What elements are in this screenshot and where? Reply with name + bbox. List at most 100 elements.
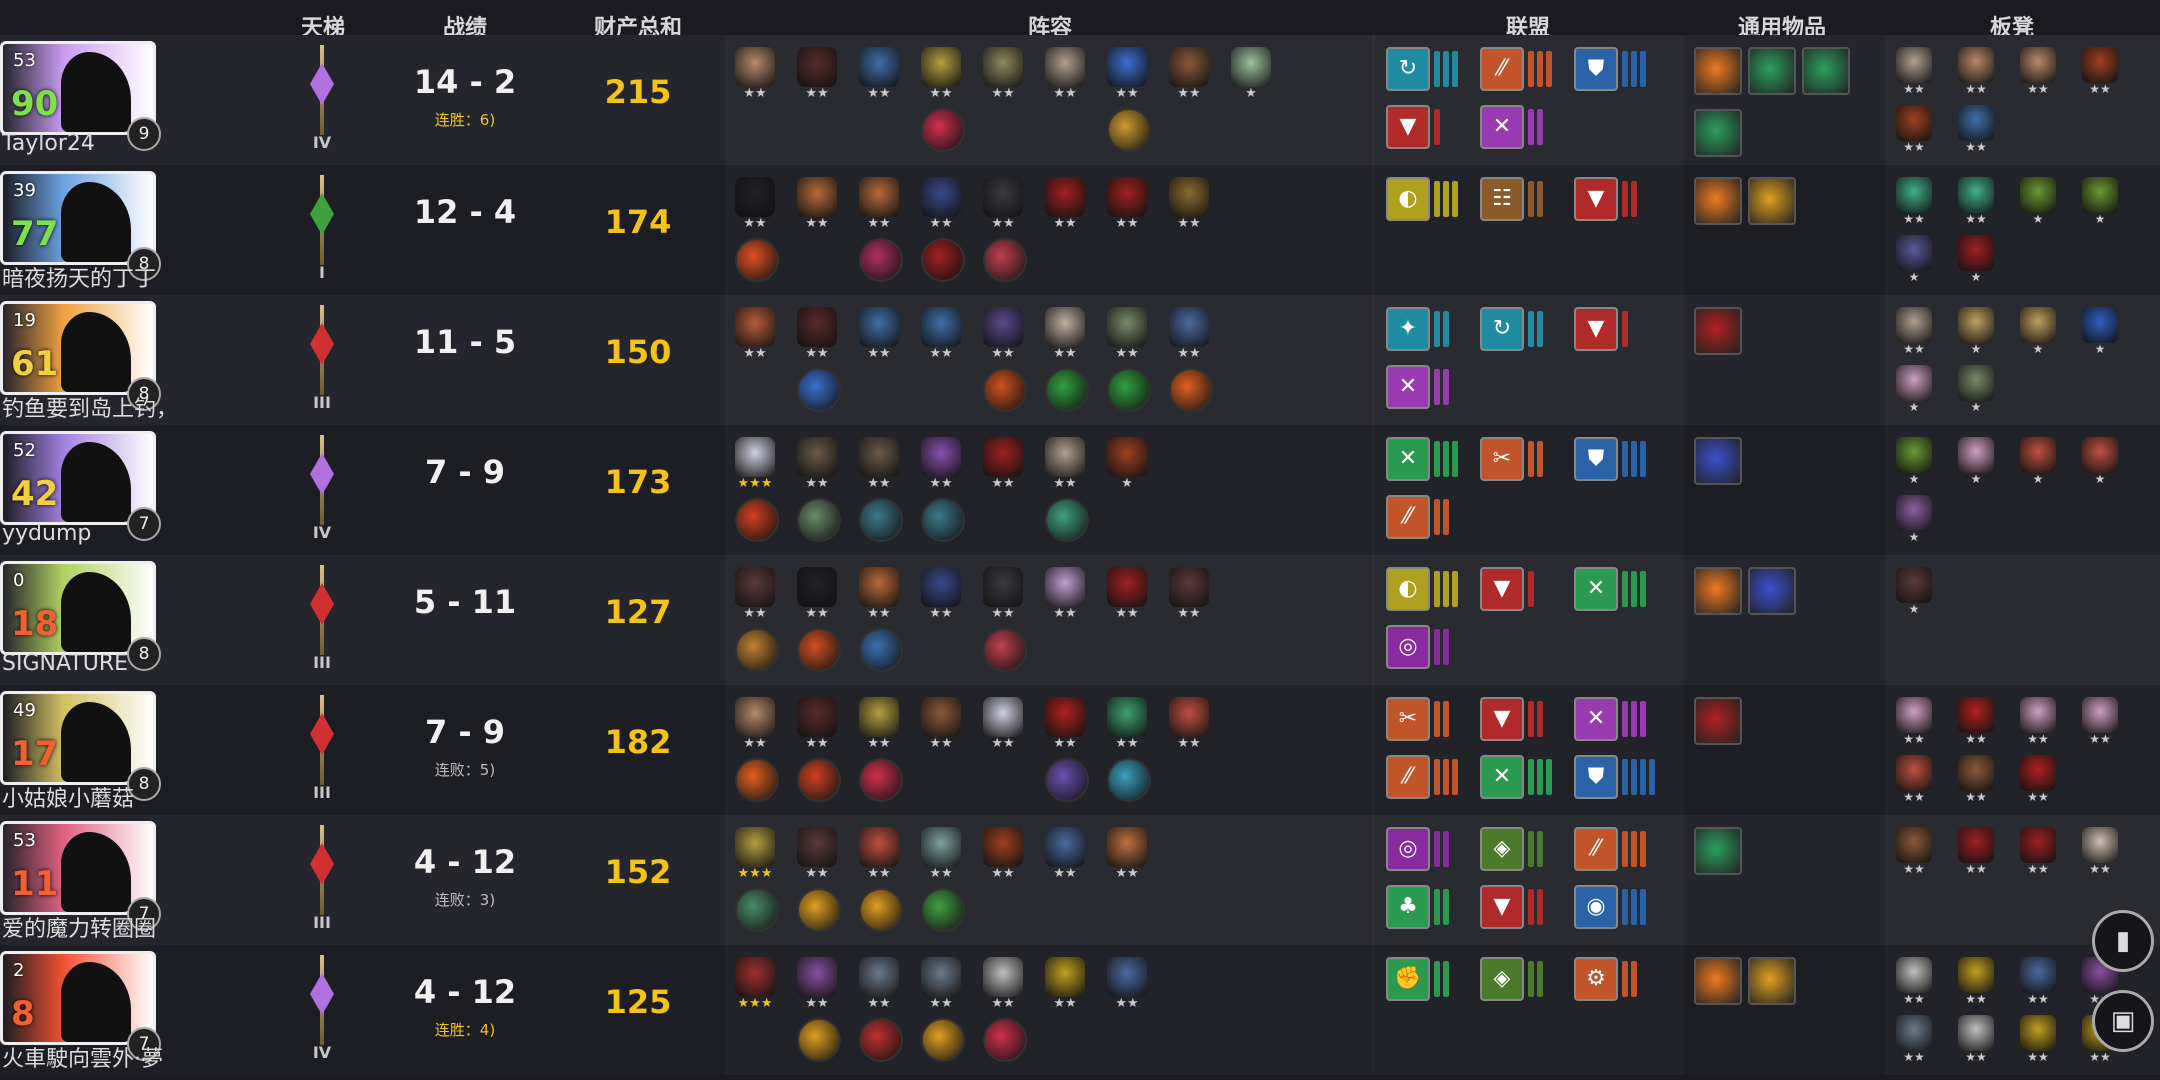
lineup-hero[interactable]: ★★	[857, 697, 901, 757]
bench-hero[interactable]: ★★	[1894, 1015, 1934, 1071]
bench-hero[interactable]: ★★	[1956, 827, 1996, 883]
lineup-hero[interactable]: ★★	[795, 307, 839, 367]
lineup-hero[interactable]: ★★	[1105, 47, 1149, 107]
lineup-hero[interactable]: ★★	[795, 827, 839, 887]
equipped-item[interactable]	[1107, 108, 1151, 152]
equipped-item[interactable]	[921, 498, 965, 542]
global-item[interactable]	[1694, 177, 1742, 225]
lineup-hero[interactable]: ★★	[857, 47, 901, 107]
global-item[interactable]	[1694, 567, 1742, 615]
global-item[interactable]	[1748, 177, 1796, 225]
bench-hero[interactable]: ★	[1956, 307, 1996, 363]
bench-hero[interactable]: ★	[2018, 307, 2058, 363]
equipped-item[interactable]	[797, 628, 841, 672]
equipped-item[interactable]	[921, 108, 965, 152]
lineup-hero[interactable]: ★★	[857, 957, 901, 1017]
equipped-item[interactable]	[1045, 758, 1089, 802]
equipped-item[interactable]	[859, 628, 903, 672]
global-item[interactable]	[1748, 567, 1796, 615]
bench-hero[interactable]: ★★	[1956, 47, 1996, 103]
bench-hero[interactable]: ★★	[1894, 755, 1934, 811]
player-row[interactable]: 49 17 8 小姑娘小蘑菇 III 7 - 9 连败：5) 182 ★★ ★★ ★★ ★★ ★★ ★★ ★…	[0, 685, 2160, 815]
global-item[interactable]	[1694, 437, 1742, 485]
bench-hero[interactable]: ★★	[2018, 47, 2058, 103]
lineup-hero[interactable]: ★★	[1167, 307, 1211, 367]
lineup-hero[interactable]: ★★	[981, 567, 1025, 627]
lineup-hero[interactable]: ★	[1105, 437, 1149, 497]
equipped-item[interactable]	[1169, 368, 1213, 412]
map-button[interactable]: ▣	[2092, 990, 2154, 1052]
equipped-item[interactable]	[735, 628, 779, 672]
global-item[interactable]	[1694, 697, 1742, 745]
bench-hero[interactable]: ★★	[2018, 697, 2058, 753]
bench-hero[interactable]: ★	[1894, 365, 1934, 421]
bench-hero[interactable]: ★	[1956, 235, 1996, 291]
lineup-hero[interactable]: ★★	[981, 697, 1025, 757]
lineup-hero[interactable]: ★★	[1167, 697, 1211, 757]
lineup-hero[interactable]: ★★	[795, 957, 839, 1017]
equipped-item[interactable]	[797, 1018, 841, 1062]
lineup-hero[interactable]: ★★	[1167, 177, 1211, 237]
bench-hero[interactable]: ★★	[2080, 827, 2120, 883]
lineup-hero[interactable]: ★	[1229, 47, 1273, 107]
lineup-hero[interactable]: ★★	[1167, 47, 1211, 107]
equipped-item[interactable]	[859, 238, 903, 282]
bench-hero[interactable]: ★★	[1894, 47, 1934, 103]
equipped-item[interactable]	[983, 1018, 1027, 1062]
global-item[interactable]	[1802, 47, 1850, 95]
bench-hero[interactable]: ★	[1894, 235, 1934, 291]
bench-hero[interactable]: ★★	[1956, 1015, 1996, 1071]
bench-hero[interactable]: ★★	[1894, 307, 1934, 363]
stats-button[interactable]: ▮	[2092, 910, 2154, 972]
lineup-hero[interactable]: ★★	[919, 177, 963, 237]
lineup-hero[interactable]: ★★	[981, 957, 1025, 1017]
bench-hero[interactable]: ★★	[2018, 957, 2058, 1013]
global-item[interactable]	[1694, 957, 1742, 1005]
bench-hero[interactable]: ★	[2080, 437, 2120, 493]
lineup-hero[interactable]: ★★	[795, 697, 839, 757]
lineup-hero[interactable]: ★★	[1043, 177, 1087, 237]
player-row[interactable]: 39 77 8 暗夜扬天的丁丁 I 12 - 4 174 ★★ ★★ ★★ ★★ ★★ ★★ ★★ ★★ ◐ ☷…	[0, 165, 2160, 295]
equipped-item[interactable]	[797, 758, 841, 802]
bench-hero[interactable]: ★	[1956, 365, 1996, 421]
bench-hero[interactable]: ★★	[2018, 755, 2058, 811]
bench-hero[interactable]: ★★	[2080, 697, 2120, 753]
bench-hero[interactable]: ★★	[1956, 105, 1996, 161]
bench-hero[interactable]: ★★	[1956, 697, 1996, 753]
lineup-hero[interactable]: ★★	[857, 827, 901, 887]
lineup-hero[interactable]: ★★	[857, 307, 901, 367]
bench-hero[interactable]: ★	[1894, 437, 1934, 493]
lineup-hero[interactable]: ★★	[733, 177, 777, 237]
lineup-hero[interactable]: ★★	[1167, 567, 1211, 627]
lineup-hero[interactable]: ★★★	[733, 957, 777, 1017]
bench-hero[interactable]: ★	[2018, 437, 2058, 493]
equipped-item[interactable]	[735, 498, 779, 542]
lineup-hero[interactable]: ★★	[733, 47, 777, 107]
bench-hero[interactable]: ★★	[2080, 47, 2120, 103]
lineup-hero[interactable]: ★★	[795, 437, 839, 497]
bench-hero[interactable]: ★	[1894, 495, 1934, 551]
bench-hero[interactable]: ★	[1894, 567, 1934, 623]
lineup-hero[interactable]: ★★	[919, 567, 963, 627]
equipped-item[interactable]	[1045, 498, 1089, 542]
equipped-item[interactable]	[735, 758, 779, 802]
lineup-hero[interactable]: ★★	[1105, 957, 1149, 1017]
lineup-hero[interactable]: ★★	[981, 827, 1025, 887]
player-row[interactable]: 53 90 9 Taylor24 IV 14 - 2 连胜：6) 215 ★★ ★★ ★★ ★★ ★★ ★…	[0, 35, 2160, 165]
player-row[interactable]: 0 18 8 SIGNATURE III 5 - 11 127 ★★ ★★ ★★ ★★ ★★ ★★ ★★ ★…	[0, 555, 2160, 685]
lineup-hero[interactable]: ★★	[981, 437, 1025, 497]
lineup-hero[interactable]: ★★	[795, 177, 839, 237]
equipped-item[interactable]	[1045, 368, 1089, 412]
bench-hero[interactable]: ★★	[1894, 105, 1934, 161]
bench-hero[interactable]: ★★	[1956, 755, 1996, 811]
equipped-item[interactable]	[797, 368, 841, 412]
equipped-item[interactable]	[983, 368, 1027, 412]
equipped-item[interactable]	[983, 238, 1027, 282]
equipped-item[interactable]	[921, 238, 965, 282]
lineup-hero[interactable]: ★★	[1105, 697, 1149, 757]
bench-hero[interactable]: ★	[1956, 437, 1996, 493]
lineup-hero[interactable]: ★★	[1105, 177, 1149, 237]
bench-hero[interactable]: ★★	[1894, 957, 1934, 1013]
lineup-hero[interactable]: ★★	[981, 47, 1025, 107]
lineup-hero[interactable]: ★★	[919, 437, 963, 497]
